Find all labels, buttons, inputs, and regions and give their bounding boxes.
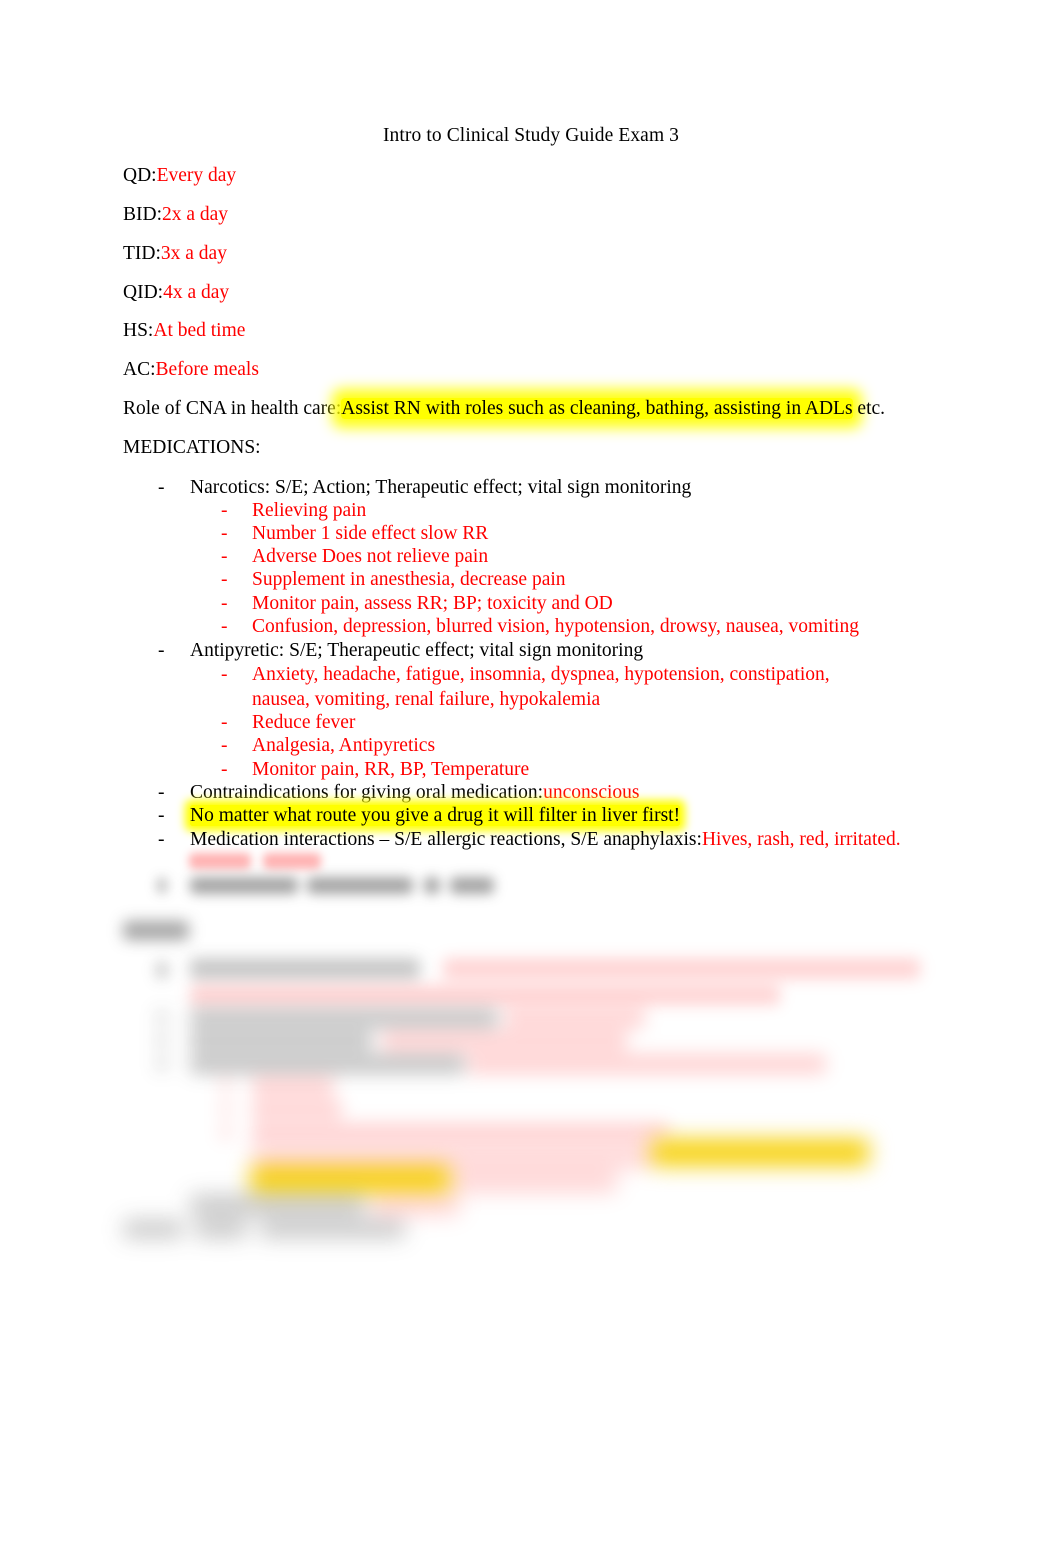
list-item: - Narcotics: S/E; Action; Therapeutic ef…	[158, 476, 691, 500]
abbreviation-term: HS:	[123, 320, 154, 341]
abbreviation-term: TID:	[123, 243, 161, 264]
list-item: - Analgesia, Antipyretics	[221, 734, 435, 758]
page-title: Intro to Clinical Study Guide Exam 3	[382, 125, 680, 146]
list-item-label: Reduce fever	[252, 712, 356, 733]
list-item: - Monitor pain, RR, BP, Temperature	[221, 758, 529, 782]
list-item-label: Anxiety, headache, fatigue, insomnia, dy…	[252, 664, 830, 710]
bullet-dash-icon: -	[221, 523, 228, 544]
cna-role-line: Role of CNA in health care:Assist RN wit…	[123, 397, 885, 421]
abbreviation-term: AC:	[123, 359, 156, 380]
abbreviation-definition: 3x a day	[160, 243, 227, 264]
bullet-dash-icon: -	[221, 616, 228, 637]
abbreviation-term: QD:	[123, 165, 157, 186]
list-item-label: Contraindications for giving oral medica…	[190, 781, 640, 805]
abbreviation-definition: Every day	[156, 165, 237, 186]
abbreviation-row-hs: HS:At bed time	[123, 319, 245, 343]
note-answer: unconscious	[543, 782, 640, 803]
document-page: Intro to Clinical Study Guide Exam 3 QD:…	[0, 0, 1062, 1561]
abbreviation-row-tid: TID:3x a day	[123, 242, 227, 266]
note-label-highlighted: No matter what route you give a drug it …	[190, 805, 681, 826]
bullet-dash-icon: -	[158, 805, 165, 826]
list-item-label: Analgesia, Antipyretics	[252, 735, 436, 756]
bullet-dash-icon: -	[221, 759, 228, 780]
list-item: - No matter what route you give a drug i…	[158, 804, 681, 828]
abbreviation-row-ac: AC:Before meals	[123, 358, 259, 382]
abbreviation-definition: 2x a day	[162, 204, 229, 225]
list-item: - Anxiety, headache, fatigue, insomnia, …	[221, 663, 881, 712]
list-item-label: Number 1 side effect slow RR	[252, 523, 489, 544]
bullet-dash-icon: -	[158, 782, 165, 803]
note-label: Contraindications for giving oral medica…	[190, 782, 544, 803]
list-item: - Contraindications for giving oral medi…	[158, 781, 640, 805]
medications-heading: MEDICATIONS:	[123, 437, 261, 458]
cna-role-highlighted-text: Assist RN with roles such as cleaning, b…	[341, 398, 853, 419]
list-item-label: Adverse Does not relieve pain	[252, 546, 489, 567]
list-item: - Reduce fever	[221, 711, 355, 735]
abbreviation-definition: At bed time	[153, 320, 246, 341]
list-item-label: Antipyretic: S/E; Therapeutic effect; vi…	[190, 640, 644, 661]
list-item: - Confusion, depression, blurred vision,…	[221, 615, 859, 639]
list-item-label: Confusion, depression, blurred vision, h…	[252, 616, 859, 637]
list-item-label: No matter what route you give a drug it …	[190, 804, 681, 828]
list-item-label: Supplement in anesthesia, decrease pain	[252, 569, 566, 590]
bullet-dash-icon: -	[221, 569, 228, 590]
list-item: - Number 1 side effect slow RR	[221, 522, 488, 546]
bullet-dash-icon: -	[158, 640, 165, 661]
abbreviation-row-bid: BID:2x a day	[123, 203, 228, 227]
list-item-label: Monitor pain, RR, BP, Temperature	[252, 759, 530, 780]
abbreviation-term: BID:	[123, 204, 162, 225]
cna-role-label: Role of CNA in health care:	[123, 398, 342, 419]
abbreviation-definition: Before meals	[155, 359, 259, 380]
list-item-label: Relieving pain	[252, 500, 367, 521]
abbreviation-term: QID:	[123, 282, 164, 303]
list-item: - Adverse Does not relieve pain	[221, 545, 488, 569]
list-item-label: Monitor pain, assess RR; BP; toxicity an…	[252, 593, 613, 614]
abbreviation-definition: 4x a day	[163, 282, 230, 303]
list-item-label: Narcotics: S/E; Action; Therapeutic effe…	[190, 477, 692, 498]
blurred-content-region	[0, 845, 1062, 1265]
bullet-dash-icon: -	[221, 546, 228, 567]
list-item: - Monitor pain, assess RR; BP; toxicity …	[221, 592, 613, 616]
cna-role-trailing: etc.	[852, 398, 886, 419]
list-item: - Antipyretic: S/E; Therapeutic effect; …	[158, 639, 643, 663]
abbreviation-row-qid: QID:4x a day	[123, 281, 229, 305]
bullet-dash-icon: -	[221, 593, 228, 614]
bullet-dash-icon: -	[221, 664, 228, 685]
bullet-dash-icon: -	[221, 735, 228, 756]
bullet-dash-icon: -	[221, 500, 228, 521]
abbreviation-row-qd: QD:Every day	[123, 164, 236, 188]
bullet-dash-icon: -	[158, 477, 165, 498]
bullet-dash-icon: -	[221, 712, 228, 733]
blurred-layer-last	[0, 845, 1062, 1265]
list-item: - Relieving pain	[221, 499, 366, 523]
list-item: - Supplement in anesthesia, decrease pai…	[221, 568, 566, 592]
